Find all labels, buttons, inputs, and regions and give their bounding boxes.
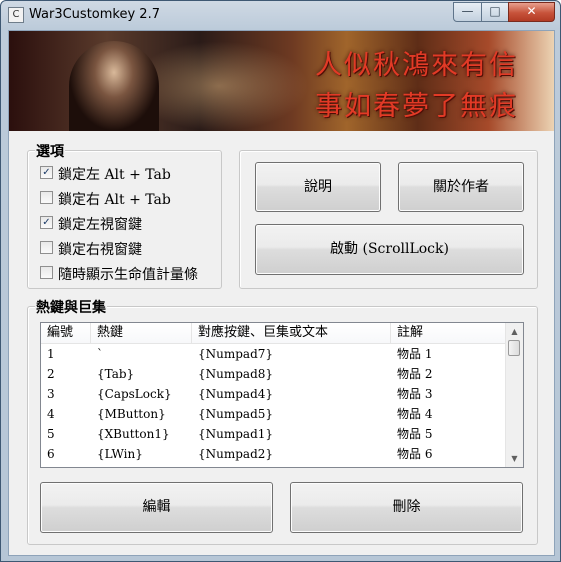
edit-button[interactable]: 編輯 [40, 482, 273, 533]
cell-number: 4 [47, 407, 55, 421]
cell-mapping: {Numpad8} [198, 367, 274, 381]
cell-mapping: {Numpad7} [198, 347, 274, 361]
checkbox[interactable] [40, 266, 53, 279]
app-icon[interactable]: C [8, 7, 24, 23]
maximize-button[interactable]: □ [481, 2, 509, 22]
window-title: War3Customkey 2.7 [29, 7, 160, 22]
cell-mapping: {Numpad5} [198, 407, 274, 421]
banner-text-line2: 事如春夢了無痕 [315, 91, 518, 122]
checkbox-label: 鎖定左 Alt + Tab [58, 167, 171, 183]
cell-number: 6 [47, 447, 55, 461]
main-window: C War3Customkey 2.7 — □ ✕ 人似秋鴻來有信 事如春夢了無… [0, 0, 561, 562]
hotkey-list[interactable]: 編號 熱鍵 對應按鍵、巨集或文本 註解 1 ` {Numpad7} 物品 1 2… [40, 322, 524, 468]
cell-hotkey: {MButton} [97, 407, 166, 421]
cell-hotkey: ` [97, 347, 103, 361]
hotkeys-legend: 熱鍵與巨集 [35, 297, 107, 317]
column-header-mapping[interactable]: 對應按鍵、巨集或文本 [192, 323, 391, 343]
about-author-button[interactable]: 關於作者 [398, 162, 524, 212]
close-button[interactable]: ✕ [508, 2, 555, 22]
checkbox[interactable]: ✓ [40, 166, 53, 179]
cell-number: 1 [47, 347, 55, 361]
column-header-hotkey[interactable]: 熱鍵 [91, 323, 192, 343]
scroll-thumb[interactable] [508, 340, 520, 356]
list-rows: 1 ` {Numpad7} 物品 1 2 {Tab} {Numpad8} 物品 … [41, 344, 507, 464]
minimize-button[interactable]: — [453, 2, 482, 22]
banner-figure [69, 41, 159, 131]
cell-hotkey: {Tab} [97, 367, 135, 381]
checkbox-label: 鎖定右視窗鍵 [58, 242, 142, 258]
title-bar[interactable]: C War3Customkey 2.7 — □ ✕ [1, 1, 560, 31]
scroll-up-arrow-icon[interactable]: ▲ [506, 323, 523, 340]
cell-note: 物品 2 [397, 367, 433, 381]
table-row[interactable]: 5 {XButton1} {Numpad1} 物品 5 [41, 424, 507, 444]
start-button[interactable]: 啟動 (ScrollLock) [255, 224, 524, 275]
column-header-number[interactable]: 編號 [41, 323, 91, 343]
cell-mapping: {Numpad4} [198, 387, 274, 401]
checkbox[interactable]: ✓ [40, 216, 53, 229]
checkbox[interactable] [40, 241, 53, 254]
cell-note: 物品 4 [397, 407, 433, 421]
vertical-scrollbar[interactable]: ▲ ▼ [505, 323, 523, 467]
checkbox[interactable] [40, 191, 53, 204]
cell-hotkey: {XButton1} [97, 427, 170, 441]
options-legend: 選項 [35, 141, 65, 161]
cell-mapping: {Numpad2} [198, 447, 274, 461]
column-header-note[interactable]: 註解 [391, 323, 507, 343]
cell-mapping: {Numpad1} [198, 427, 274, 441]
cell-note: 物品 5 [397, 427, 433, 441]
client-area: 人似秋鴻來有信 事如春夢了無痕 選項 ✓ 鎖定左 Alt + Tab 鎖定右 A… [8, 30, 555, 556]
cell-note: 物品 6 [397, 447, 433, 461]
table-row[interactable]: 1 ` {Numpad7} 物品 1 [41, 344, 507, 364]
banner-text-line1: 人似秋鴻來有信 [315, 50, 518, 81]
options-group: 選項 ✓ 鎖定左 Alt + Tab 鎖定右 Alt + Tab ✓ 鎖定左視窗… [27, 141, 222, 289]
cell-note: 物品 1 [397, 347, 433, 361]
cell-hotkey: {CapsLock} [97, 387, 172, 401]
table-row[interactable]: 6 {LWin} {Numpad2} 物品 6 [41, 444, 507, 464]
cell-number: 2 [47, 367, 55, 381]
table-row[interactable]: 3 {CapsLock} {Numpad4} 物品 3 [41, 384, 507, 404]
cell-note: 物品 3 [397, 387, 433, 401]
scroll-down-arrow-icon[interactable]: ▼ [506, 450, 523, 467]
checkbox-label: 隨時顯示生命值計量條 [58, 267, 198, 283]
cell-number: 5 [47, 427, 55, 441]
cell-number: 3 [47, 387, 55, 401]
delete-button[interactable]: 刪除 [290, 482, 523, 533]
cell-hotkey: {LWin} [97, 447, 143, 461]
help-button[interactable]: 說明 [255, 162, 381, 212]
banner-image: 人似秋鴻來有信 事如春夢了無痕 [9, 31, 554, 131]
checkbox-label: 鎖定左視窗鍵 [58, 217, 142, 233]
checkbox-label: 鎖定右 Alt + Tab [58, 192, 171, 208]
list-header: 編號 熱鍵 對應按鍵、巨集或文本 註解 [41, 323, 507, 344]
table-row[interactable]: 4 {MButton} {Numpad5} 物品 4 [41, 404, 507, 424]
table-row[interactable]: 2 {Tab} {Numpad8} 物品 2 [41, 364, 507, 384]
